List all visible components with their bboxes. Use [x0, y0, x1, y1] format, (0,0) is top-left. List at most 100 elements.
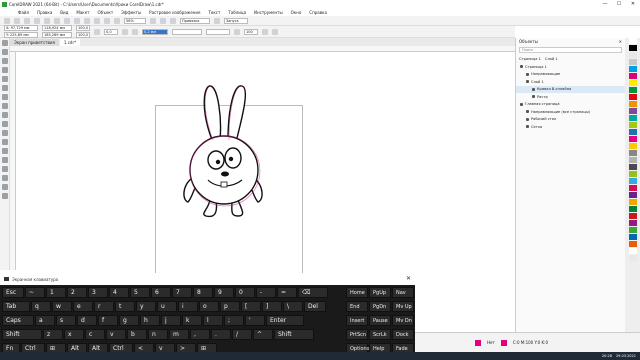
- key-1-9[interactable]: o: [199, 301, 219, 312]
- tree-row-bitmap[interactable]: Растр: [516, 93, 625, 101]
- menu-text[interactable]: Текст: [208, 10, 220, 15]
- shape-tool-icon[interactable]: [1, 49, 8, 55]
- key-0-4[interactable]: 3: [88, 287, 108, 298]
- key-1-1[interactable]: q: [31, 301, 51, 312]
- tab-welcome-screen[interactable]: Экран приветствия: [10, 39, 59, 46]
- key-1-10[interactable]: p: [220, 301, 240, 312]
- nav-key-2-2[interactable]: Mv Dn: [392, 315, 414, 326]
- palette-swatch[interactable]: [628, 129, 637, 135]
- key-0-10[interactable]: 9: [214, 287, 234, 298]
- key-3-12[interactable]: Shift: [274, 329, 314, 340]
- tree-row-desktop[interactable]: Рабочий стол: [516, 116, 625, 124]
- menu-layout[interactable]: Макет: [76, 10, 89, 15]
- transparency-tool-icon[interactable]: [1, 157, 8, 163]
- tree-row-master-page[interactable]: Главная страница: [516, 101, 625, 109]
- minimize-button[interactable]: —: [598, 0, 612, 8]
- print-icon[interactable]: [114, 17, 120, 24]
- palette-swatch[interactable]: [628, 108, 637, 114]
- nav-key-1-0[interactable]: End: [346, 301, 368, 312]
- palette-swatch[interactable]: [628, 52, 637, 58]
- rotation-angle-field[interactable]: 0,0: [104, 28, 118, 35]
- key-3-2[interactable]: x: [64, 329, 84, 340]
- save-icon[interactable]: [24, 17, 30, 24]
- redo-icon[interactable]: [74, 17, 80, 24]
- menu-object[interactable]: Объект: [98, 10, 114, 15]
- key-1-6[interactable]: y: [136, 301, 156, 312]
- key-3-1[interactable]: z: [43, 329, 63, 340]
- key-0-3[interactable]: 2: [67, 287, 87, 298]
- key-2-1[interactable]: a: [35, 315, 55, 326]
- key-3-6[interactable]: n: [148, 329, 168, 340]
- smart-fill-icon[interactable]: [1, 184, 8, 190]
- palette-swatch[interactable]: [628, 66, 637, 72]
- x-position-field[interactable]: X: 97,729 мм: [4, 25, 38, 31]
- key-3-7[interactable]: m: [169, 329, 189, 340]
- menu-file[interactable]: Файл: [18, 10, 29, 15]
- docker-search-input[interactable]: Поиск: [519, 47, 622, 53]
- nav-key-2-1[interactable]: Pause: [369, 315, 391, 326]
- tree-row-page[interactable]: Страница 1: [516, 63, 625, 71]
- drop-shadow-icon[interactable]: [1, 148, 8, 154]
- crop-tool-icon[interactable]: [1, 58, 8, 64]
- key-2-8[interactable]: k: [182, 315, 202, 326]
- nav-key-0-0[interactable]: Home: [346, 287, 368, 298]
- key-0-9[interactable]: 8: [193, 287, 213, 298]
- palette-swatch[interactable]: [628, 255, 637, 261]
- nav-key-3-2[interactable]: Dock: [392, 329, 414, 340]
- key-2-2[interactable]: s: [56, 315, 76, 326]
- key-1-4[interactable]: r: [94, 301, 114, 312]
- nav-key-1-1[interactable]: PgDn: [369, 301, 391, 312]
- tree-row-grid[interactable]: Сетка: [516, 123, 625, 131]
- palette-swatch[interactable]: [628, 150, 637, 156]
- key-1-13[interactable]: \: [283, 301, 303, 312]
- osk-close-icon[interactable]: ✕: [406, 275, 411, 282]
- rectangle-tool-icon[interactable]: [1, 94, 8, 100]
- search-icon[interactable]: [84, 17, 90, 24]
- pick-tool-icon[interactable]: [1, 40, 8, 46]
- palette-swatch[interactable]: [628, 227, 637, 233]
- menu-bitmaps[interactable]: Растровое изображение: [149, 10, 200, 15]
- key-3-8[interactable]: ,: [190, 329, 210, 340]
- tree-row-all-guides[interactable]: Направляющие (все страницы): [516, 108, 625, 116]
- key-1-12[interactable]: ]: [262, 301, 282, 312]
- palette-swatch[interactable]: [628, 115, 637, 121]
- palette-swatch[interactable]: [628, 73, 637, 79]
- palette-swatch[interactable]: [628, 206, 637, 212]
- palette-swatch[interactable]: [628, 178, 637, 184]
- mirror-vertical-icon[interactable]: [132, 28, 138, 35]
- palette-swatch[interactable]: [628, 234, 637, 240]
- key-3-4[interactable]: v: [106, 329, 126, 340]
- key-0-0[interactable]: Esc: [2, 287, 24, 298]
- palette-swatch[interactable]: [628, 171, 637, 177]
- key-3-11[interactable]: ^: [253, 329, 273, 340]
- eyedropper-icon[interactable]: [1, 166, 8, 172]
- palette-swatch[interactable]: [628, 213, 637, 219]
- key-2-6[interactable]: h: [140, 315, 160, 326]
- lock-ratio-icon[interactable]: [94, 28, 100, 35]
- key-0-14[interactable]: ⌫: [298, 287, 328, 298]
- artistic-media-icon[interactable]: [1, 85, 8, 91]
- connector-tool-icon[interactable]: [1, 139, 8, 145]
- copy-icon[interactable]: [44, 17, 50, 24]
- key-2-12[interactable]: Enter: [266, 315, 304, 326]
- nav-key-3-1[interactable]: ScrLk: [369, 329, 391, 340]
- page-selector[interactable]: Страница 1: [519, 57, 541, 61]
- palette-swatch[interactable]: [628, 94, 637, 100]
- snap-to-dropdown[interactable]: Привязка: [180, 17, 210, 24]
- key-0-6[interactable]: 5: [130, 287, 150, 298]
- menu-help[interactable]: Справка: [309, 10, 327, 15]
- tree-row-curve[interactable]: Кривая В-сплайна: [516, 85, 625, 93]
- key-2-7[interactable]: j: [161, 315, 181, 326]
- key-1-8[interactable]: i: [178, 301, 198, 312]
- nav-key-3-0[interactable]: PrtScn: [346, 329, 368, 340]
- key-1-2[interactable]: w: [52, 301, 72, 312]
- layer-selector[interactable]: Слой 1: [545, 57, 558, 61]
- key-0-1[interactable]: ~: [25, 287, 45, 298]
- key-1-14[interactable]: Del: [304, 301, 326, 312]
- key-1-3[interactable]: e: [73, 301, 93, 312]
- key-0-12[interactable]: -: [256, 287, 276, 298]
- palette-swatch[interactable]: [628, 248, 637, 254]
- palette-swatch[interactable]: [628, 185, 637, 191]
- grid-icon[interactable]: [170, 17, 176, 24]
- open-icon[interactable]: [14, 17, 20, 24]
